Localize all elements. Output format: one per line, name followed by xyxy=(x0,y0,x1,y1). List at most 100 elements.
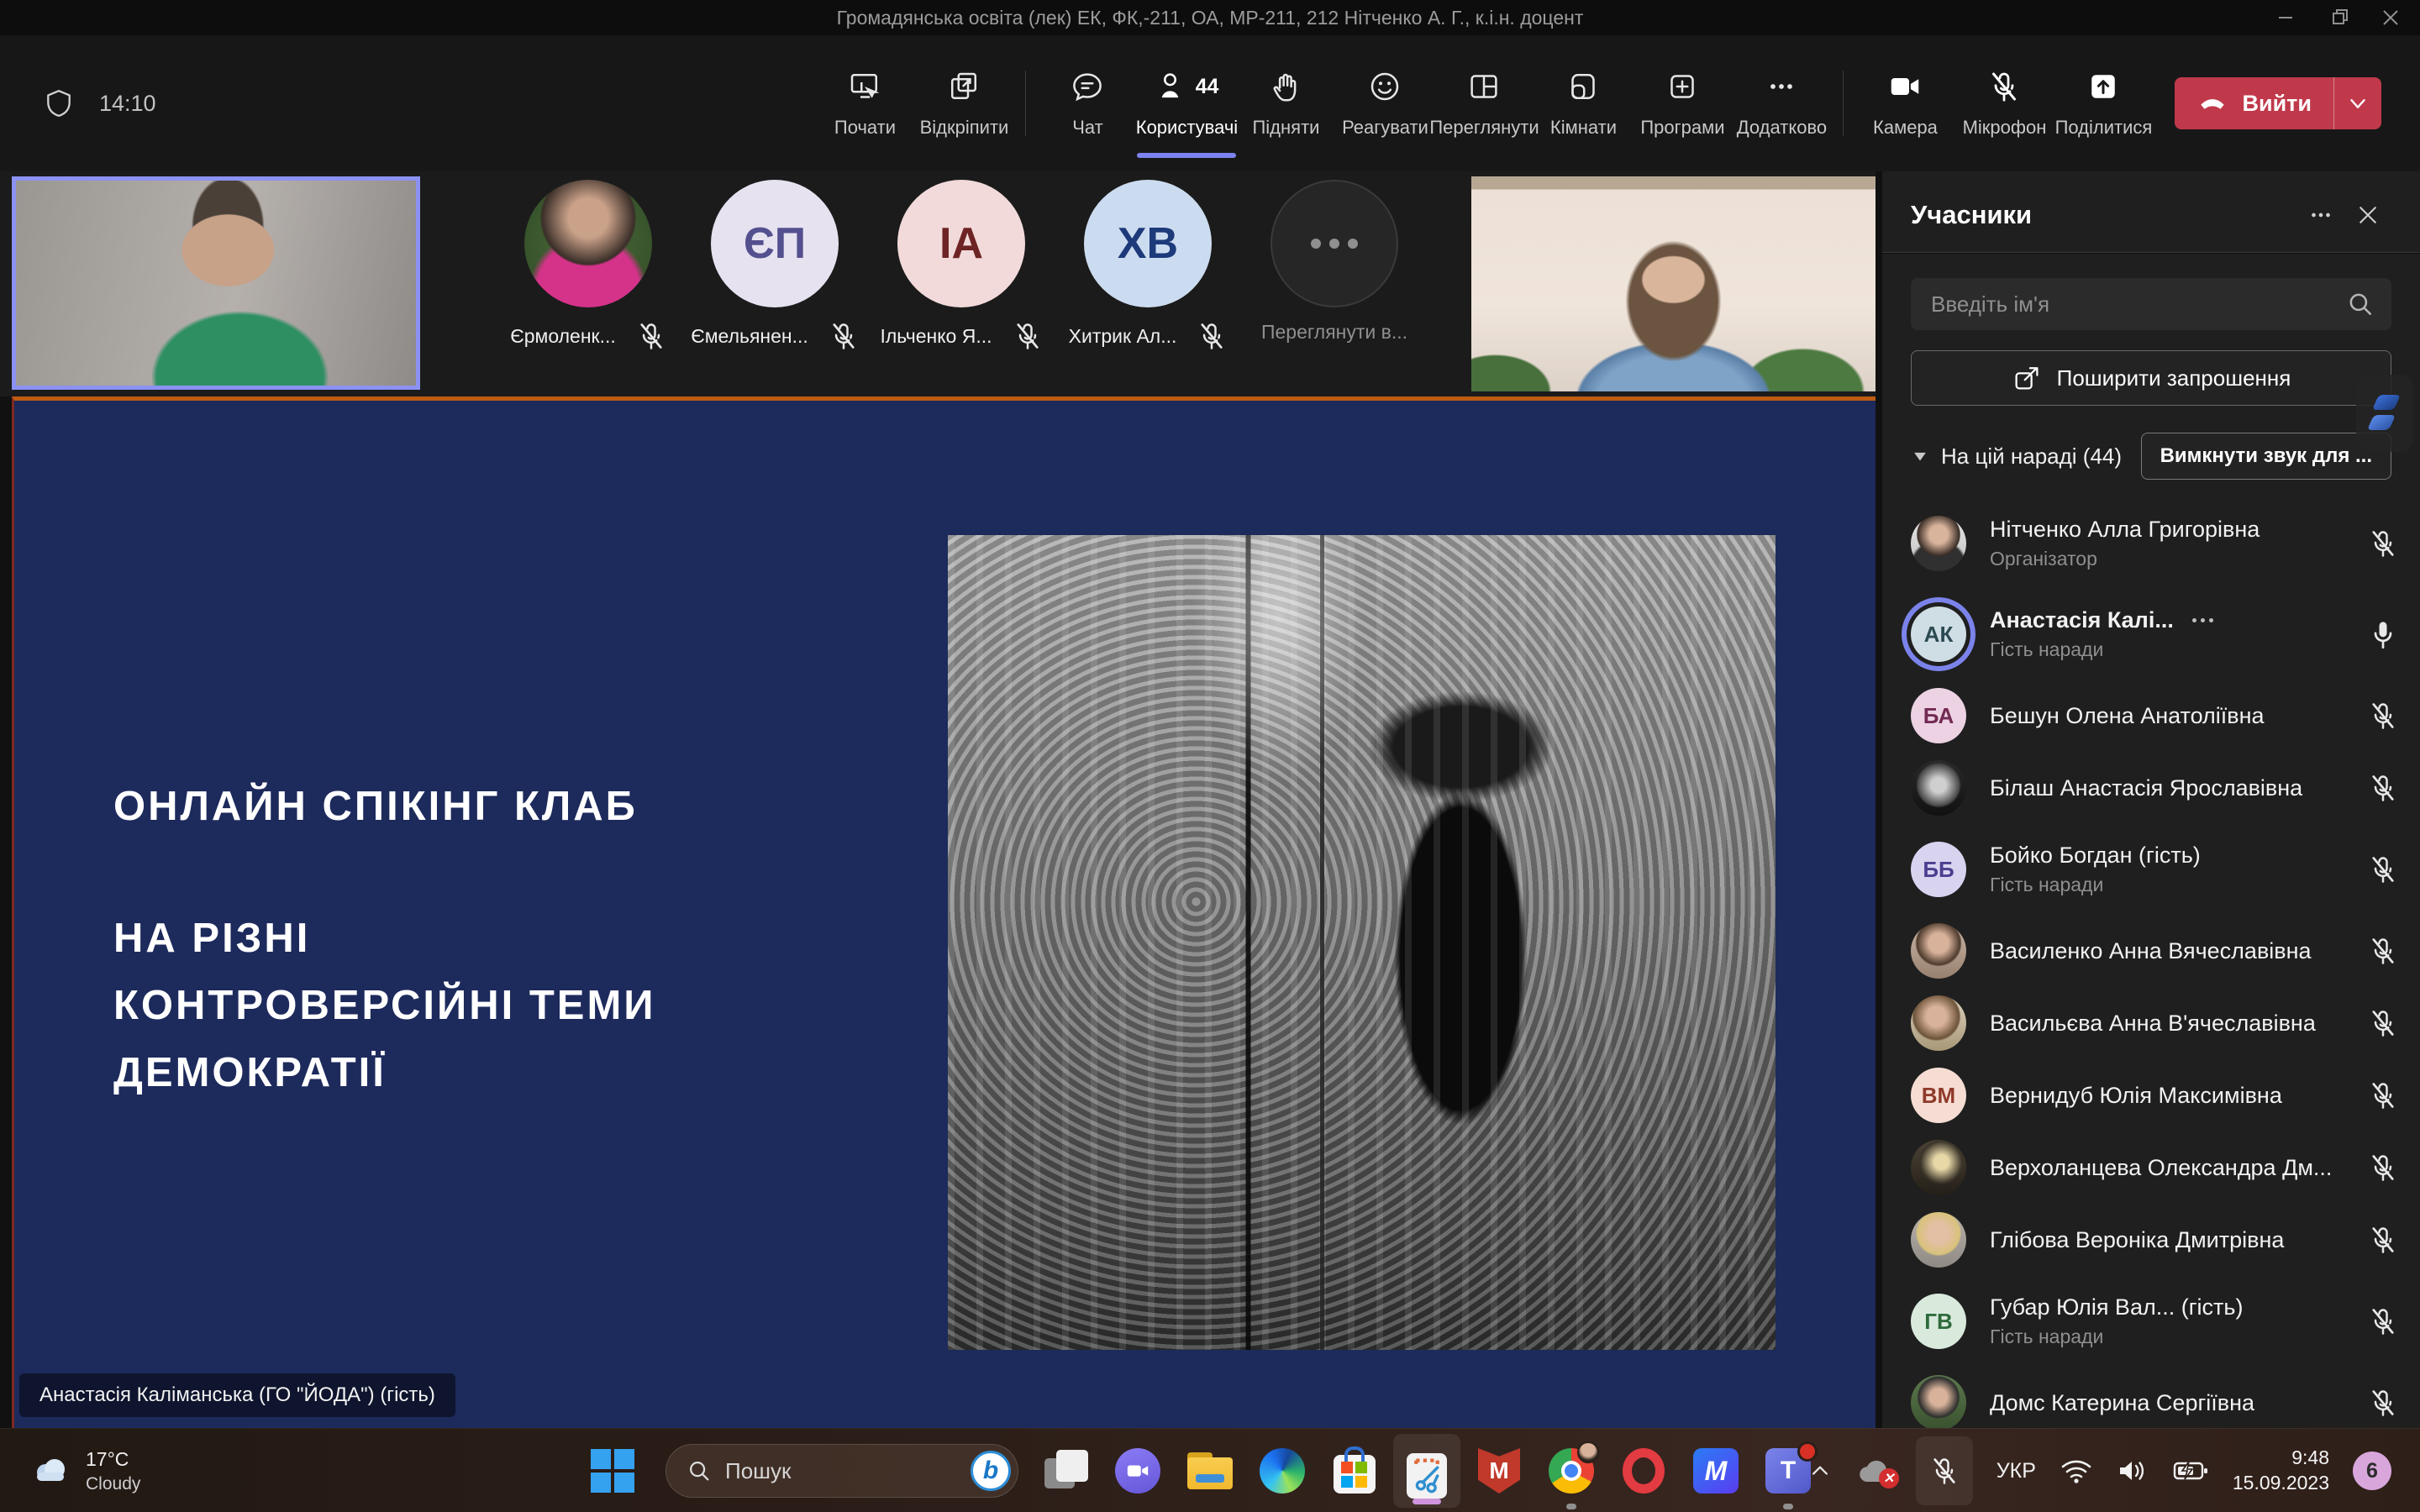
participant-thumbnail[interactable]: ІА Ільченко Я... xyxy=(886,180,1037,351)
close-button[interactable] xyxy=(2365,0,2416,35)
tray-mic-muted[interactable] xyxy=(1916,1436,1973,1505)
chat-button[interactable]: Чат xyxy=(1038,40,1137,166)
floating-widget-icon[interactable] xyxy=(2356,375,2413,452)
leave-button[interactable]: Вийти xyxy=(2175,77,2381,129)
video-filmstrip: Єрмоленк... ЄП Ємельянен... ІА Ільченко … xyxy=(0,171,1876,396)
participant-row[interactable]: Васильєва Анна В'ячеславівна xyxy=(1911,987,2398,1059)
volume-icon[interactable] xyxy=(2117,1457,2149,1485)
chrome-button[interactable] xyxy=(1548,1429,1595,1512)
participants-panel: Учасники Поширити запрошення На цій нара… xyxy=(1882,171,2420,1428)
snipping-tool-button[interactable] xyxy=(1393,1434,1460,1508)
rooms-button[interactable]: Кімнати xyxy=(1534,40,1633,166)
view-button[interactable]: Переглянути xyxy=(1434,40,1534,166)
edge-icon xyxy=(1260,1448,1305,1494)
taskbar-search[interactable]: Пошук b xyxy=(666,1444,1018,1498)
raise-hand-button[interactable]: Підняти xyxy=(1236,40,1335,166)
running-app-indicator xyxy=(1783,1504,1793,1509)
overflow-thumbnail[interactable]: Переглянути в... xyxy=(1259,180,1410,344)
language-indicator[interactable]: УКР xyxy=(1996,1459,2036,1483)
store-icon xyxy=(1334,1455,1376,1494)
mic-muted-icon xyxy=(1013,321,1043,351)
camera-on-icon xyxy=(1888,68,1922,105)
search-icon xyxy=(2346,290,2375,318)
opera-button[interactable] xyxy=(1620,1429,1667,1512)
avatar-initials: ГВ xyxy=(1911,1294,1966,1349)
mic-muted-icon xyxy=(2368,1225,2398,1255)
share-invite-button[interactable]: Поширити запрошення xyxy=(1911,350,2391,406)
mic-muted-icon xyxy=(1987,68,2021,105)
participant-row[interactable]: ВМ Вернидуб Юлія Максимівна xyxy=(1911,1059,2398,1131)
section-header[interactable]: На цій нараді (44) xyxy=(1911,444,2141,470)
tray-expand-icon[interactable] xyxy=(1808,1459,1832,1483)
share-invite-icon xyxy=(2012,363,2042,393)
share-button[interactable]: Поділитися xyxy=(2054,40,2153,166)
windows-taskbar: 17°C Cloudy Пошук b xyxy=(0,1428,2420,1512)
leave-options-caret[interactable] xyxy=(2334,77,2381,129)
restore-button[interactable] xyxy=(2315,0,2365,35)
edge-button[interactable] xyxy=(1259,1429,1306,1512)
participant-thumbnail[interactable]: Єрмоленк... xyxy=(513,180,664,351)
teams-button[interactable]: T xyxy=(1765,1429,1812,1512)
unpin-button[interactable]: Відкріпити xyxy=(914,40,1013,166)
mcafee-shield-icon: M xyxy=(1478,1448,1520,1494)
apps-button[interactable]: Програми xyxy=(1633,40,1732,166)
mcafee-button[interactable]: M xyxy=(1476,1429,1523,1512)
participant-row[interactable]: ГВ Губар Юлія Вал... (гість) Гість нарад… xyxy=(1911,1276,2398,1367)
participant-row[interactable]: Домс Катерина Сергіївна xyxy=(1911,1367,2398,1428)
search-input[interactable] xyxy=(1931,291,2346,318)
participant-thumbnail[interactable]: ХВ Хитрик Ал... xyxy=(1072,180,1223,351)
self-video-tile[interactable] xyxy=(12,176,420,390)
battery-charging-icon[interactable] xyxy=(2172,1457,2209,1485)
participant-row[interactable]: Глібова Вероніка Дмитрівна xyxy=(1911,1204,2398,1276)
start-button[interactable] xyxy=(589,1429,636,1512)
avatar-photo xyxy=(1911,923,1966,979)
mic-muted-icon xyxy=(2368,773,2398,803)
m-app-button[interactable]: M xyxy=(1692,1429,1739,1512)
shared-screen-stage: ОНЛАЙН СПІКІНГ КЛАБ НА РІЗНІ КОНТРОВЕРСІ… xyxy=(12,396,1876,1428)
weather-widget[interactable]: 17°C Cloudy xyxy=(30,1429,140,1512)
participant-thumbnail[interactable]: ЄП Ємельянен... xyxy=(699,180,850,351)
participant-row[interactable]: Білаш Анастасія Ярославівна xyxy=(1911,752,2398,824)
toolbar-divider xyxy=(1025,71,1026,136)
participant-more-icon[interactable] xyxy=(2192,618,2213,622)
notification-count-badge[interactable]: 6 xyxy=(2353,1452,2391,1490)
participant-row[interactable]: БА Бешун Олена Анатоліївна xyxy=(1911,680,2398,752)
mic-muted-icon xyxy=(2368,528,2398,559)
camera-button[interactable]: Камера xyxy=(1855,40,1954,166)
ellipsis-icon xyxy=(1765,68,1798,105)
meeting-toolbar: 14:10 Почати Відкріпити Чат xyxy=(0,35,2420,171)
participants-button[interactable]: 44 Користувачі xyxy=(1137,40,1236,166)
participant-row[interactable]: Верхоланцева Олександра Дм... xyxy=(1911,1131,2398,1204)
windows-logo-icon xyxy=(591,1449,634,1493)
participant-row[interactable]: ББ Бойко Богдан (гість) Гість наради xyxy=(1911,824,2398,915)
file-explorer-button[interactable] xyxy=(1186,1429,1234,1512)
microsoft-store-button[interactable] xyxy=(1331,1429,1378,1512)
unpin-icon xyxy=(947,68,981,105)
react-button[interactable]: Реагувати xyxy=(1335,40,1434,166)
task-view-button[interactable] xyxy=(1040,1429,1094,1512)
mic-muted-icon xyxy=(2368,1388,2398,1418)
window-title-bar: Громадянська освіта (лек) ЕК, ФК,-211, О… xyxy=(0,0,2420,35)
minimize-button[interactable] xyxy=(2260,0,2311,35)
smiley-icon xyxy=(1368,68,1402,105)
clock[interactable]: 9:48 15.09.2023 xyxy=(2233,1446,2329,1496)
avatar-initials: ЄП xyxy=(711,180,839,307)
presenter-video-tile[interactable] xyxy=(1471,176,1876,391)
onedrive-icon[interactable]: ✕ xyxy=(1855,1457,1892,1485)
start-presenting-button[interactable]: Почати xyxy=(815,40,914,166)
panel-close-icon[interactable] xyxy=(2344,202,2391,228)
participant-row[interactable]: АК Анастасія Калі... Гість наради xyxy=(1911,589,2398,680)
toolbar-divider xyxy=(1843,71,1844,136)
participant-row[interactable]: Василенко Анна Вячеславівна xyxy=(1911,915,2398,987)
more-options-button[interactable]: Додатково xyxy=(1732,40,1831,166)
overflow-dots-icon xyxy=(1270,180,1398,307)
wifi-icon[interactable] xyxy=(2060,1457,2093,1485)
avatar-initials: ХВ xyxy=(1084,180,1212,307)
avatar-initials: ВМ xyxy=(1911,1068,1966,1123)
panel-more-icon[interactable] xyxy=(2297,201,2344,229)
participant-row[interactable]: Нітченко Алла Григорівна Організатор xyxy=(1911,498,2398,589)
mute-all-button[interactable]: Вимкнути звук для ... xyxy=(2141,433,2391,480)
teams-chat-button[interactable] xyxy=(1114,1429,1161,1512)
microphone-button[interactable]: Мікрофон xyxy=(1954,40,2054,166)
participant-search[interactable] xyxy=(1911,278,2391,330)
